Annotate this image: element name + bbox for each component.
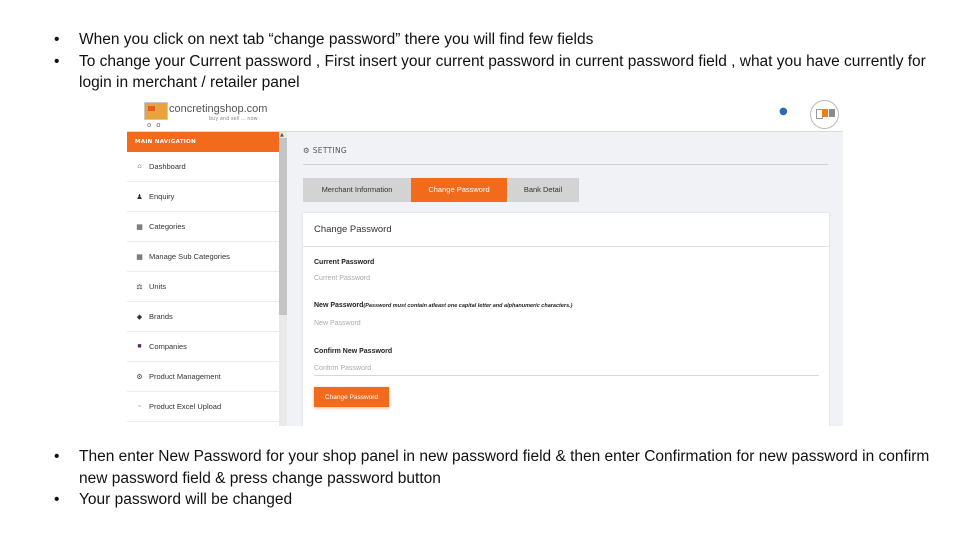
instruction-item: • To change your Current password , First… — [54, 51, 934, 94]
cart-wheels-icon: oo — [147, 121, 166, 129]
file-excel-icon: ▫ — [138, 403, 141, 410]
bullet-icon: • — [54, 448, 60, 465]
tab-bank-detail[interactable]: Bank Detail — [507, 178, 579, 202]
gears-icon: ⚙ — [136, 373, 143, 381]
sidebar-header: MAIN NAVIGATION — [127, 132, 279, 152]
grid-icon: ▦ — [136, 223, 143, 231]
sidebar-item-enquiry[interactable]: ♟ Enquiry — [127, 182, 279, 212]
gear-icon: ⚙ — [303, 146, 311, 155]
current-password-label: Current Password — [314, 259, 375, 266]
bullet-icon: • — [54, 52, 60, 70]
instruction-item: • Your password will be changed — [54, 489, 934, 511]
instruction-text: To change your Current password , First … — [79, 52, 926, 92]
page-title-text: SETTING — [312, 146, 347, 155]
sidebar-item-label: Units — [149, 282, 167, 291]
building-icon: ■ — [137, 343, 142, 350]
top-bar: oo concretingshop.com buy and sell ... n… — [127, 96, 843, 132]
page-title: ⚙ SETTING — [303, 146, 347, 155]
sidebar-item-units[interactable]: ⚖ Units — [127, 272, 279, 302]
logo-text: concretingshop.com — [169, 103, 268, 115]
home-icon: ⌂ — [137, 163, 142, 170]
bell-icon[interactable]: ● — [779, 107, 789, 117]
sidebar-item-manage-sub-categories[interactable]: ▦ Manage Sub Categories — [127, 242, 279, 272]
card-title: Change Password — [314, 224, 392, 235]
sidebar-item-label: Product Excel Upload — [149, 402, 222, 411]
divider — [303, 164, 828, 165]
bullet-icon: • — [54, 31, 60, 48]
avatar-logo-part — [829, 109, 835, 117]
app-screenshot: oo concretingshop.com buy and sell ... n… — [127, 96, 843, 426]
instruction-item: • When you click on next tab “change pass… — [54, 29, 934, 51]
sidebar-item-brands[interactable]: ◆ Brands — [127, 302, 279, 332]
sidebar: MAIN NAVIGATION ⌂ Dashboard ♟ Enquiry ▦ Cat… — [127, 132, 279, 426]
change-password-card: Change Password Current Password New Pas… — [303, 213, 829, 426]
new-password-label-text: New Password — [314, 302, 364, 309]
sidebar-item-label: Manage Sub Categories — [149, 252, 230, 261]
avatar-logo-part — [822, 109, 828, 117]
logo-tagline: buy and sell ... now — [209, 116, 258, 122]
instruction-item: • Then enter New Password for your shop p… — [54, 446, 934, 489]
sidebar-item-dashboard[interactable]: ⌂ Dashboard — [127, 152, 279, 182]
instructions-bottom: • Then enter New Password for your shop p… — [54, 446, 934, 511]
sidebar-item-label: Enquiry — [149, 192, 175, 201]
sidebar-item-product-excel-upload[interactable]: ▫ Product Excel Upload — [127, 392, 279, 422]
password-hint: (Password must contain atleast one capit… — [363, 303, 573, 309]
instruction-text: Then enter New Password for your shop pa… — [79, 448, 930, 487]
confirm-password-input[interactable] — [314, 361, 819, 376]
new-password-input[interactable] — [314, 316, 819, 331]
sidebar-item-product-management[interactable]: ⚙ Product Management — [127, 362, 279, 392]
balance-scale-icon: ⚖ — [136, 283, 143, 291]
change-password-button[interactable]: Change Password — [314, 387, 389, 407]
sidebar-item-label: Dashboard — [149, 162, 186, 171]
tags-icon: ◆ — [136, 313, 143, 321]
sidebar-item-label: Product Management — [149, 372, 221, 381]
sidebar-scrollbar[interactable]: ▲ — [279, 132, 287, 426]
current-password-input[interactable] — [314, 271, 819, 286]
bullet-icon: • — [54, 491, 60, 508]
main-content: ⚙ SETTING Merchant Information Change Pa… — [287, 132, 843, 426]
new-password-label: New Password(Password must contain atlea… — [314, 302, 573, 309]
sidebar-item-companies[interactable]: ■ Companies — [127, 332, 279, 362]
instructions-top: • When you click on next tab “change pass… — [54, 29, 934, 94]
settings-tabs: Merchant Information Change Password Ban… — [303, 178, 579, 202]
sidebar-item-label: Categories — [149, 222, 186, 231]
tab-merchant-information[interactable]: Merchant Information — [303, 178, 411, 202]
instruction-text: Your password will be changed — [79, 491, 293, 508]
confirm-password-label: Confirm New Password — [314, 348, 393, 355]
scrollbar-thumb[interactable] — [279, 138, 287, 315]
instruction-text: When you click on next tab “change passw… — [79, 31, 594, 48]
tab-change-password[interactable]: Change Password — [411, 178, 507, 202]
logo[interactable]: oo concretingshop.com buy and sell ... n… — [127, 98, 287, 130]
user-icon: ♟ — [136, 193, 143, 201]
sidebar-item-label: Brands — [149, 312, 173, 321]
user-avatar[interactable] — [810, 100, 839, 129]
grid-icon: ▦ — [136, 253, 143, 261]
divider — [303, 246, 829, 247]
sidebar-item-label: Companies — [149, 342, 187, 351]
cart-icon — [144, 102, 168, 120]
sidebar-item-categories[interactable]: ▦ Categories — [127, 212, 279, 242]
